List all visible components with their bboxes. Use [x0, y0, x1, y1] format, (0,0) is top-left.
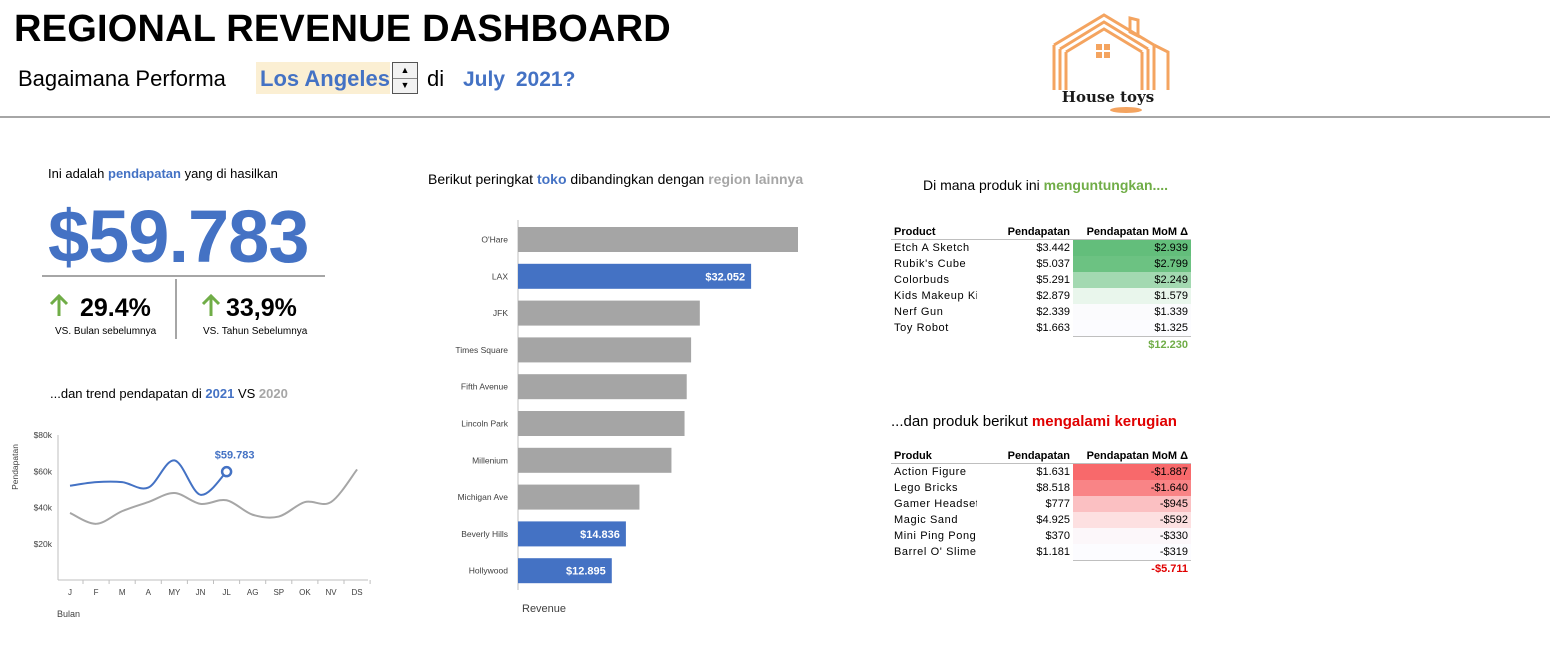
bar-category-label: O'Hare	[481, 235, 508, 245]
table-row: Magic Sand $4.925 -$592	[891, 512, 1191, 528]
mom-cell: $2.939	[1073, 239, 1191, 256]
col-header: Product	[891, 224, 977, 240]
revenue-cell: $5.291	[1036, 274, 1070, 286]
revenue-cell: $1.631	[1036, 466, 1070, 478]
product-name: Etch A Sketch	[894, 242, 970, 254]
table-row: Gamer Headset $777 -$945	[891, 496, 1191, 512]
product-name: Toy Robot	[894, 322, 949, 335]
mom-cell: $1.325	[1073, 320, 1191, 337]
losses-table: Produk Pendapatan Pendapatan MoM Δ Actio…	[891, 448, 1191, 577]
mom-cell: -$330	[1073, 528, 1191, 544]
bar-category-label: Lincoln Park	[461, 419, 509, 429]
mom-cell: $1.339	[1073, 304, 1191, 320]
bar	[518, 484, 640, 510]
gains-total: $12.230	[1073, 336, 1191, 353]
total-row: -$5.711	[891, 560, 1191, 577]
bar	[518, 337, 692, 363]
revenue-cell: $5.037	[1036, 258, 1070, 270]
product-name: Action Figure	[894, 466, 967, 478]
bar	[518, 227, 798, 252]
gains-caption: Di mana produk ini menguntungkan....	[923, 177, 1169, 193]
product-name: Rubik's Cube	[894, 258, 967, 270]
table-row: Toy Robot $1.663 $1.325	[891, 320, 1191, 337]
product-name: Nerf Gun	[894, 306, 944, 318]
revenue-cell: $2.879	[1036, 290, 1070, 302]
bar	[518, 447, 672, 473]
col-header: Pendapatan	[977, 448, 1073, 464]
col-header: Pendapatan MoM Δ	[1073, 448, 1191, 464]
revenue-cell: $8.518	[1036, 482, 1070, 494]
table-row: Colorbuds $5.291 $2.249	[891, 272, 1191, 288]
product-name: Kids Makeup Kit	[894, 290, 977, 302]
table-row: Action Figure $1.631 -$1.887	[891, 463, 1191, 480]
col-header: Produk	[891, 448, 977, 464]
mom-cell: $2.249	[1073, 272, 1191, 288]
bar-category-label: Millenium	[472, 455, 508, 465]
revenue-cell: $1.181	[1036, 546, 1070, 559]
losses-caption: ...dan produk berikut mengalami kerugian	[891, 413, 1177, 430]
table-row: Kids Makeup Kit $2.879 $1.579	[891, 288, 1191, 304]
bar-data-label: $12.895	[566, 566, 606, 578]
mom-cell: -$1.640	[1073, 480, 1191, 496]
table-row: Mini Ping Pong $370 -$330	[891, 528, 1191, 544]
mom-cell: -$319	[1073, 544, 1191, 561]
product-name: Lego Bricks	[894, 482, 959, 494]
revenue-cell: $1.663	[1036, 322, 1070, 335]
bar-x-axis-label: Revenue	[522, 603, 566, 615]
bar-category-label: Michigan Ave	[458, 492, 509, 502]
product-name: Magic Sand	[894, 514, 959, 526]
bar	[518, 411, 685, 436]
bar-data-label: $32.052	[705, 271, 745, 283]
mom-cell: $1.579	[1073, 288, 1191, 304]
gains-table: Product Pendapatan Pendapatan MoM Δ Etch…	[891, 224, 1191, 353]
revenue-cell: $370	[1045, 530, 1070, 542]
revenue-cell: $2.339	[1036, 306, 1070, 318]
mom-cell: -$1.887	[1073, 463, 1191, 480]
bar	[518, 374, 687, 400]
mom-cell: $2.799	[1073, 256, 1191, 272]
product-name: Mini Ping Pong	[894, 530, 977, 542]
product-name: Barrel O' Slime	[894, 546, 977, 559]
store-ranking-chart: O'Hare LAX $32.052 JFK Times Square Fifth Ave…	[455, 220, 798, 615]
bar-category-label: Fifth Avenue	[461, 382, 508, 392]
bar-category-label: Beverly Hills	[461, 529, 508, 539]
bar-category-label: Hollywood	[469, 566, 508, 576]
revenue-cell: $777	[1045, 498, 1070, 510]
revenue-cell: $3.442	[1036, 242, 1070, 254]
revenue-cell: $4.925	[1036, 514, 1070, 526]
mom-cell: -$592	[1073, 512, 1191, 528]
bar-category-label: Times Square	[455, 345, 508, 355]
table-row: Nerf Gun $2.339 $1.339	[891, 304, 1191, 320]
product-name: Colorbuds	[894, 274, 950, 286]
losses-total: -$5.711	[1073, 560, 1191, 577]
total-row: $12.230	[891, 336, 1191, 353]
table-row: Lego Bricks $8.518 -$1.640	[891, 480, 1191, 496]
col-header: Pendapatan MoM Δ	[1073, 224, 1191, 240]
bar	[518, 300, 700, 326]
table-row: Barrel O' Slime $1.181 -$319	[891, 544, 1191, 561]
col-header: Pendapatan	[977, 224, 1073, 240]
bar-data-label: $14.836	[580, 529, 620, 541]
table-row: Etch A Sketch $3.442 $2.939	[891, 239, 1191, 256]
product-name: Gamer Headset	[894, 498, 977, 510]
table-row: Rubik's Cube $5.037 $2.799	[891, 256, 1191, 272]
mom-cell: -$945	[1073, 496, 1191, 512]
bar-category-label: JFK	[493, 308, 508, 318]
bar-category-label: LAX	[492, 271, 508, 281]
